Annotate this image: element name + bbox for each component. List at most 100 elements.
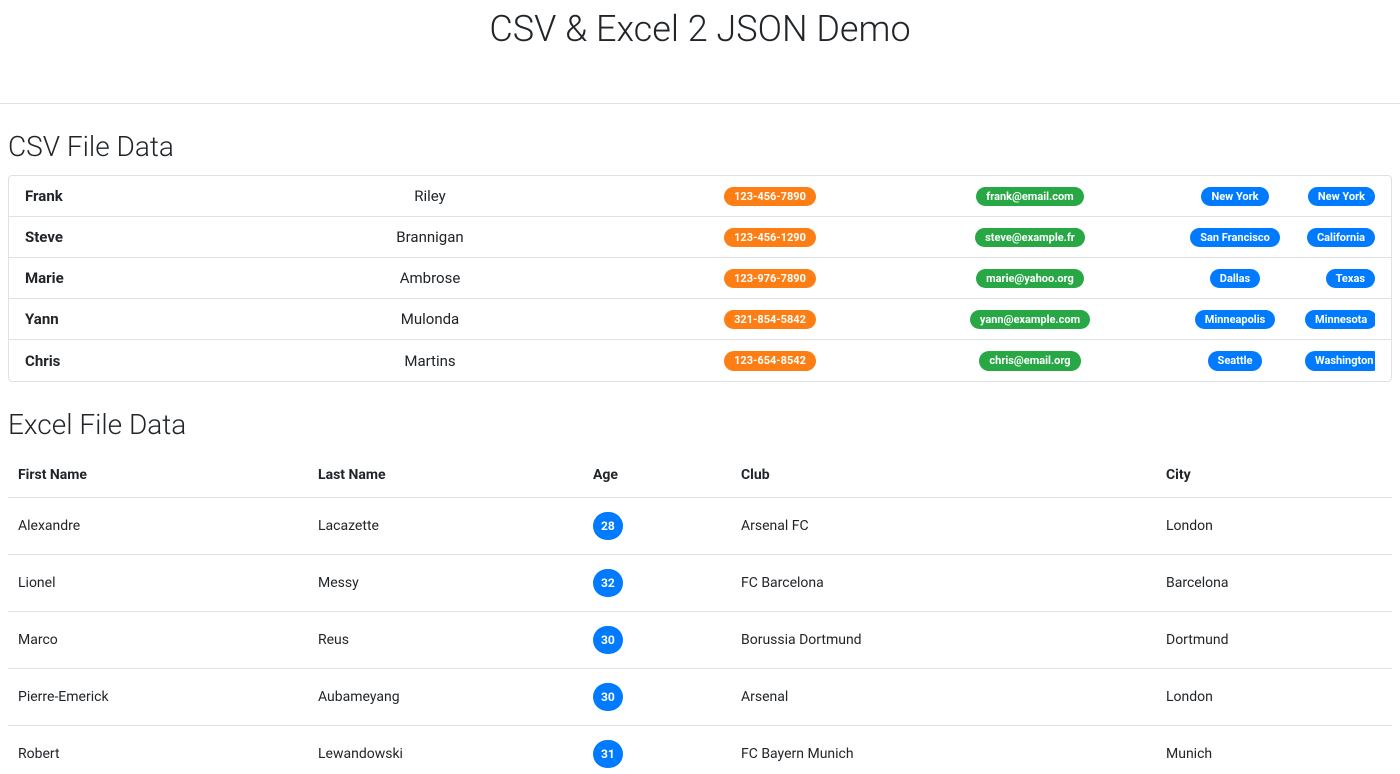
city-badge: Minneapolis bbox=[1195, 310, 1276, 329]
state-badge: Minnesota bbox=[1305, 310, 1375, 329]
csv-email: steve@example.fr bbox=[895, 227, 1165, 247]
csv-first-name: Chris bbox=[25, 352, 215, 370]
csv-phone: 123-456-7890 bbox=[645, 186, 895, 206]
excel-table: First Name Last Name Age Club City Alexa… bbox=[8, 453, 1392, 774]
excel-first: Robert bbox=[8, 726, 308, 774]
content: CSV File Data Frank Riley 123-456-7890 f… bbox=[0, 130, 1400, 774]
excel-city: Barcelona bbox=[1156, 555, 1392, 612]
excel-first: Pierre-Emerick bbox=[8, 669, 308, 726]
excel-age: 30 bbox=[583, 669, 731, 726]
csv-phone: 123-654-8542 bbox=[645, 350, 895, 370]
excel-club: Arsenal bbox=[731, 669, 1156, 726]
age-badge: 30 bbox=[593, 626, 623, 654]
csv-phone: 123-976-7890 bbox=[645, 268, 895, 288]
excel-age: 30 bbox=[583, 612, 731, 669]
table-row: Pierre-Emerick Aubameyang 30 Arsenal Lon… bbox=[8, 669, 1392, 726]
excel-age: 32 bbox=[583, 555, 731, 612]
col-club-header: Club bbox=[731, 453, 1156, 498]
state-badge: New York bbox=[1308, 187, 1375, 206]
csv-table: Frank Riley 123-456-7890 frank@email.com… bbox=[8, 175, 1392, 382]
csv-last-name: Martins bbox=[215, 352, 645, 370]
table-row: Frank Riley 123-456-7890 frank@email.com… bbox=[9, 176, 1391, 217]
table-header-row: First Name Last Name Age Club City bbox=[8, 453, 1392, 498]
page-title: CSV & Excel 2 JSON Demo bbox=[489, 8, 910, 50]
excel-last: Messy bbox=[308, 555, 583, 612]
csv-state: Texas bbox=[1305, 268, 1375, 288]
excel-club: FC Bayern Munich bbox=[731, 726, 1156, 774]
csv-last-name: Ambrose bbox=[215, 269, 645, 287]
excel-first: Marco bbox=[8, 612, 308, 669]
state-badge: Washington bbox=[1305, 351, 1375, 370]
csv-last-name: Mulonda bbox=[215, 310, 645, 328]
csv-city: Seattle bbox=[1165, 350, 1305, 370]
excel-club: FC Barcelona bbox=[731, 555, 1156, 612]
csv-first-name: Yann bbox=[25, 310, 215, 328]
phone-badge: 123-456-1290 bbox=[724, 228, 816, 247]
state-badge: California bbox=[1307, 228, 1375, 247]
phone-badge: 123-654-8542 bbox=[724, 351, 816, 370]
table-row: Steve Brannigan 123-456-1290 steve@examp… bbox=[9, 217, 1391, 258]
excel-last: Lewandowski bbox=[308, 726, 583, 774]
excel-age: 31 bbox=[583, 726, 731, 774]
hero: CSV & Excel 2 JSON Demo bbox=[0, 0, 1400, 104]
table-row: Yann Mulonda 321-854-5842 yann@example.c… bbox=[9, 299, 1391, 340]
csv-city: Dallas bbox=[1165, 268, 1305, 288]
table-row: Marco Reus 30 Borussia Dortmund Dortmund bbox=[8, 612, 1392, 669]
email-badge: marie@yahoo.org bbox=[976, 269, 1084, 288]
table-row: Chris Martins 123-654-8542 chris@email.o… bbox=[9, 340, 1391, 381]
excel-city: London bbox=[1156, 498, 1392, 555]
city-badge: Seattle bbox=[1208, 351, 1263, 370]
excel-city: London bbox=[1156, 669, 1392, 726]
csv-state: California bbox=[1305, 227, 1375, 247]
email-badge: steve@example.fr bbox=[975, 228, 1085, 247]
csv-state: Minnesota bbox=[1305, 309, 1375, 329]
csv-state: New York bbox=[1305, 186, 1375, 206]
age-badge: 30 bbox=[593, 683, 623, 711]
table-row: Alexandre Lacazette 28 Arsenal FC London bbox=[8, 498, 1392, 555]
csv-first-name: Marie bbox=[25, 269, 215, 287]
excel-first: Lionel bbox=[8, 555, 308, 612]
email-badge: frank@email.com bbox=[976, 187, 1083, 206]
excel-first: Alexandre bbox=[8, 498, 308, 555]
excel-age: 28 bbox=[583, 498, 731, 555]
phone-badge: 123-976-7890 bbox=[724, 269, 816, 288]
table-row: Marie Ambrose 123-976-7890 marie@yahoo.o… bbox=[9, 258, 1391, 299]
col-first-header: First Name bbox=[8, 453, 308, 498]
csv-city: New York bbox=[1165, 186, 1305, 206]
col-age-header: Age bbox=[583, 453, 731, 498]
excel-city: Dortmund bbox=[1156, 612, 1392, 669]
excel-last: Reus bbox=[308, 612, 583, 669]
csv-email: chris@email.org bbox=[895, 350, 1165, 370]
city-badge: Dallas bbox=[1210, 269, 1260, 288]
table-row: Lionel Messy 32 FC Barcelona Barcelona bbox=[8, 555, 1392, 612]
table-row: Robert Lewandowski 31 FC Bayern Munich M… bbox=[8, 726, 1392, 774]
col-city-header: City bbox=[1156, 453, 1392, 498]
excel-last: Aubameyang bbox=[308, 669, 583, 726]
age-badge: 31 bbox=[593, 740, 623, 768]
csv-city: Minneapolis bbox=[1165, 309, 1305, 329]
csv-city: San Francisco bbox=[1165, 227, 1305, 247]
csv-phone: 123-456-1290 bbox=[645, 227, 895, 247]
csv-section-heading: CSV File Data bbox=[8, 130, 1392, 163]
age-badge: 32 bbox=[593, 569, 623, 597]
excel-section-heading: Excel File Data bbox=[8, 408, 1392, 441]
excel-club: Arsenal FC bbox=[731, 498, 1156, 555]
csv-last-name: Brannigan bbox=[215, 228, 645, 246]
csv-phone: 321-854-5842 bbox=[645, 309, 895, 329]
csv-email: marie@yahoo.org bbox=[895, 268, 1165, 288]
csv-state: Washington bbox=[1305, 350, 1375, 370]
csv-first-name: Steve bbox=[25, 228, 215, 246]
state-badge: Texas bbox=[1326, 269, 1375, 288]
col-last-header: Last Name bbox=[308, 453, 583, 498]
excel-last: Lacazette bbox=[308, 498, 583, 555]
csv-email: yann@example.com bbox=[895, 309, 1165, 329]
email-badge: yann@example.com bbox=[970, 310, 1090, 329]
csv-email: frank@email.com bbox=[895, 186, 1165, 206]
age-badge: 28 bbox=[593, 512, 623, 540]
csv-last-name: Riley bbox=[215, 187, 645, 205]
city-badge: New York bbox=[1201, 187, 1268, 206]
email-badge: chris@email.org bbox=[979, 351, 1080, 370]
phone-badge: 123-456-7890 bbox=[724, 187, 816, 206]
phone-badge: 321-854-5842 bbox=[724, 310, 816, 329]
excel-city: Munich bbox=[1156, 726, 1392, 774]
